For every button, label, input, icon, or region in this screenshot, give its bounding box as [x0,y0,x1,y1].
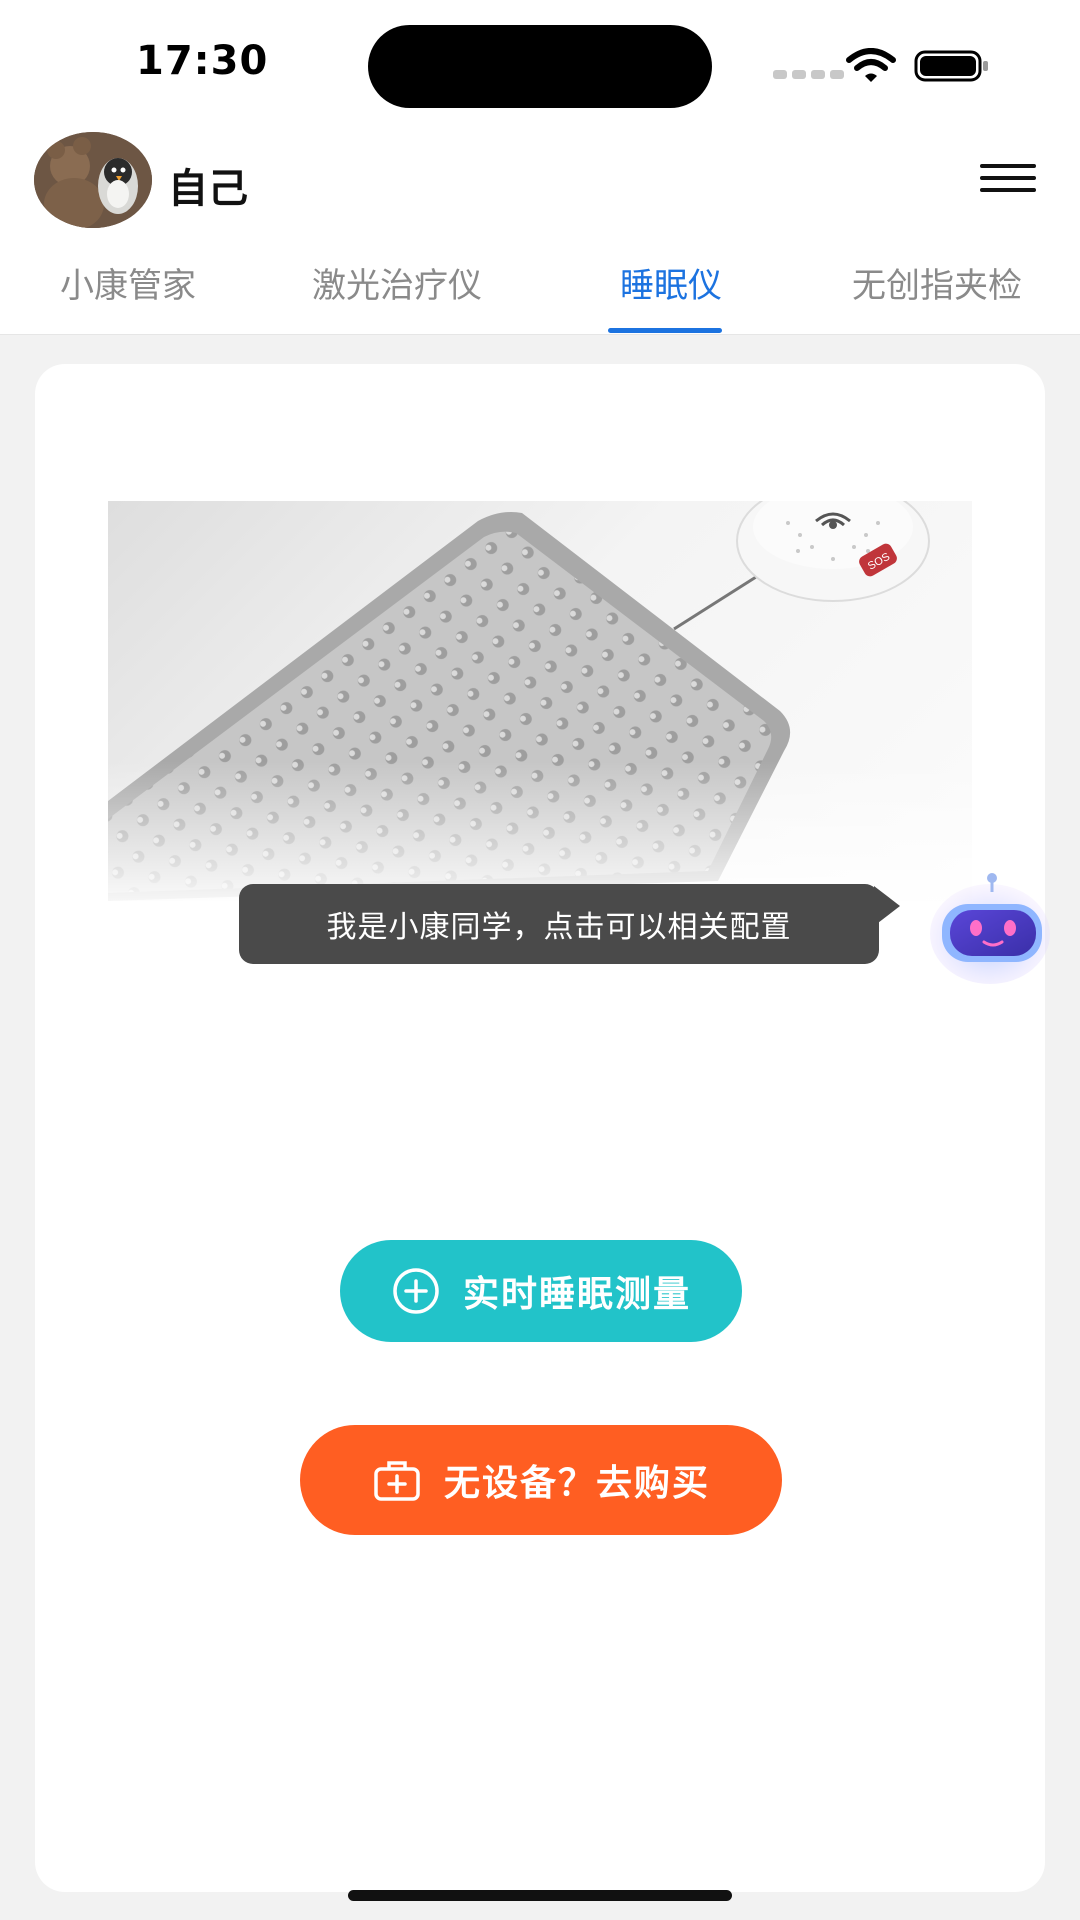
wifi-icon [846,48,896,82]
hamburger-menu-icon[interactable] [980,160,1036,196]
realtime-sleep-measure-button[interactable]: 实时睡眠测量 [340,1240,742,1342]
avatar[interactable] [34,132,152,228]
tab-finger-clip-check[interactable]: 无创指夹检 [852,258,1022,307]
tab-xiaokang-butler[interactable]: 小康管家 [60,258,196,307]
status-time: 17:30 [136,38,269,84]
cellular-signal-icon [773,70,844,79]
assistant-tooltip: 我是小康同学，点击可以相关配置 [239,884,879,964]
device-tab-bar: 小康管家 激光治疗仪 睡眠仪 无创指夹检 [0,258,1080,334]
plus-circle-icon [393,1268,439,1314]
tab-laser-therapy[interactable]: 激光治疗仪 [312,258,482,307]
buy-button-label: 无设备？去购买 [443,1463,710,1504]
username: 自己 [168,166,248,212]
avatar-image [34,132,152,228]
buy-device-button[interactable]: 无设备？去购买 [300,1425,782,1535]
measure-button-label: 实时睡眠测量 [462,1274,691,1315]
tab-sleep-device[interactable]: 睡眠仪 [620,258,722,307]
active-tab-indicator [608,328,722,333]
robot-assistant-icon[interactable] [928,870,1052,984]
dynamic-island [368,25,712,108]
home-indicator [348,1890,732,1901]
battery-icon [914,50,988,82]
sleep-device-product-image: SOS [108,501,972,901]
tooltip-arrow [874,886,900,926]
medical-kit-icon [374,1461,420,1501]
